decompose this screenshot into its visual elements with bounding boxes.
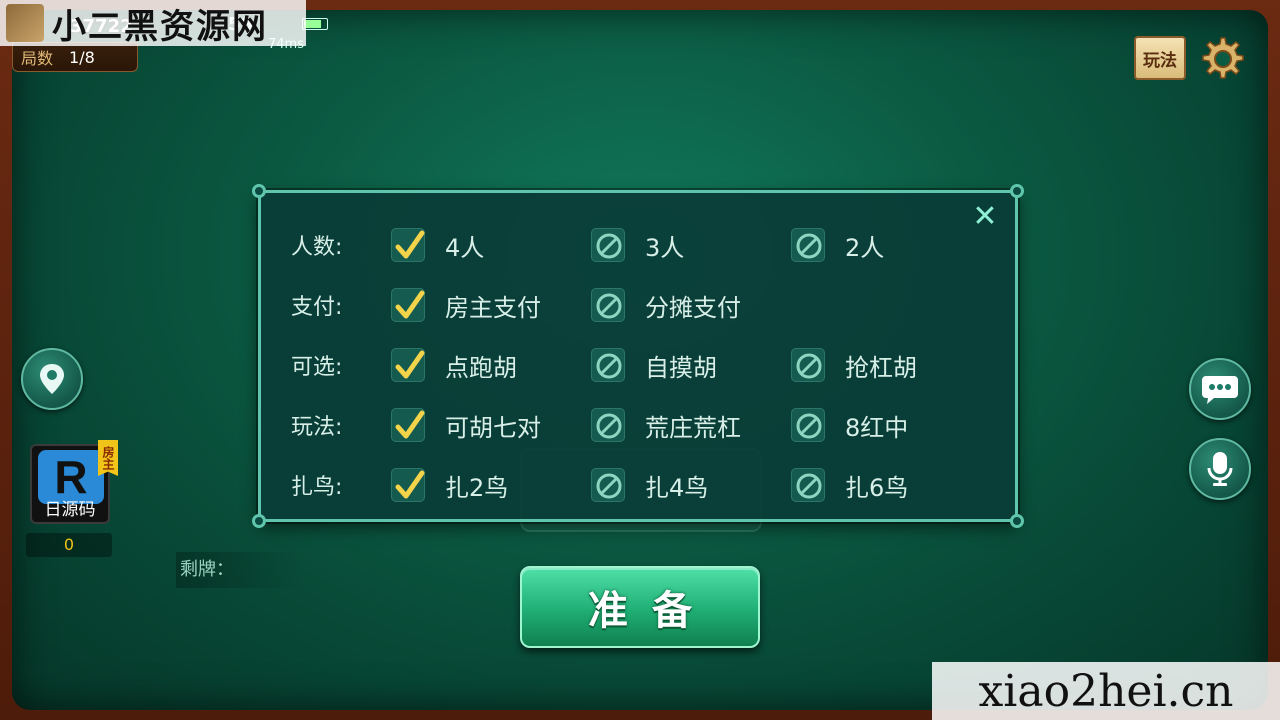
option-toggle[interactable]: 扎4鸟: [591, 465, 708, 505]
remaining-tiles-label: 剩牌：: [176, 552, 306, 588]
disabled-circle-icon[interactable]: [791, 408, 825, 442]
option-row-label: 人数:: [291, 235, 343, 260]
option-label: 2人: [845, 233, 885, 262]
panel-corner: [1010, 514, 1024, 528]
watermark-bottom: xiao2hei.cn: [932, 662, 1280, 720]
watermark-top-text: 小二黑资源网: [52, 6, 268, 47]
panel-corner: [252, 514, 266, 528]
checkmark-icon[interactable]: [391, 228, 425, 262]
option-toggle[interactable]: 可胡七对: [391, 405, 541, 445]
disabled-circle-icon[interactable]: [591, 228, 625, 262]
option-toggle[interactable]: 4人: [391, 225, 484, 265]
option-label: 3人: [645, 233, 685, 262]
ready-button[interactable]: 准备: [520, 566, 760, 648]
checkmark-icon[interactable]: [391, 288, 425, 322]
option-row-label: 玩法:: [291, 415, 343, 440]
watermark-top: 小二黑资源网: [0, 0, 306, 47]
chat-button[interactable]: [1189, 358, 1251, 420]
player-score: 0: [26, 533, 112, 557]
option-toggle[interactable]: 扎2鸟: [391, 465, 508, 505]
disabled-circle-icon[interactable]: [591, 288, 625, 322]
option-toggle[interactable]: 点跑胡: [391, 345, 517, 385]
option-label: 扎2鸟: [445, 473, 509, 502]
option-label: 自摸胡: [645, 353, 717, 382]
option-label: 扎4鸟: [645, 473, 709, 502]
option-label: 4人: [445, 233, 485, 262]
option-label: 点跑胡: [445, 353, 517, 382]
option-row-label: 支付:: [291, 295, 343, 320]
checkmark-icon[interactable]: [391, 348, 425, 382]
option-row-label: 可选:: [291, 355, 343, 380]
round-label: 局数: [21, 49, 54, 68]
option-toggle[interactable]: 分摊支付: [591, 285, 741, 325]
watermark-logo: [6, 4, 44, 42]
location-pin-icon: [40, 364, 64, 394]
battery-level: [304, 20, 321, 28]
option-toggle[interactable]: 扎6鸟: [791, 465, 908, 505]
checkmark-icon[interactable]: [391, 468, 425, 502]
option-row: 支付: 房主支付 分摊支付: [291, 285, 741, 325]
disabled-circle-icon[interactable]: [591, 408, 625, 442]
host-badge: 房主: [98, 440, 118, 476]
player-name: 日源码: [44, 500, 96, 520]
option-toggle[interactable]: 自摸胡: [591, 345, 717, 385]
chat-bubble-icon: [1202, 376, 1238, 404]
disabled-circle-icon[interactable]: [791, 228, 825, 262]
option-label: 可胡七对: [445, 413, 541, 442]
disabled-circle-icon[interactable]: [791, 348, 825, 382]
option-toggle[interactable]: 抢杠胡: [791, 345, 917, 385]
option-toggle[interactable]: 2人: [791, 225, 884, 265]
option-label: 荒庄荒杠: [645, 413, 741, 442]
location-button[interactable]: [21, 348, 83, 410]
option-label: 抢杠胡: [845, 353, 917, 382]
gear-icon[interactable]: [1196, 34, 1246, 84]
voice-button[interactable]: [1189, 438, 1251, 500]
option-label: 8红中: [845, 413, 909, 442]
option-toggle[interactable]: 8红中: [791, 405, 908, 445]
panel-corner: [1010, 184, 1024, 198]
option-row: 扎鸟: 扎2鸟 扎4鸟 扎6鸟: [291, 465, 908, 505]
option-row: 玩法: 可胡七对 荒庄荒杠 8红中: [291, 405, 908, 445]
option-label: 分摊支付: [645, 293, 741, 322]
option-toggle[interactable]: 荒庄荒杠: [591, 405, 741, 445]
disabled-circle-icon[interactable]: [791, 468, 825, 502]
option-toggle[interactable]: 房主支付: [391, 285, 541, 325]
checkmark-icon[interactable]: [391, 408, 425, 442]
microphone-icon: [1207, 452, 1233, 486]
round-value: 1/8: [69, 47, 95, 67]
option-row: 人数: 4人 3人 2人: [291, 225, 884, 265]
rules-panel: ✕ 人数: 4人 3人 2人支付: 房主支付 分摊支付可选: 点跑胡 自摸胡 抢杠胡玩法: 可胡七…: [252, 184, 1024, 528]
option-label: 房主支付: [445, 293, 541, 322]
option-toggle[interactable]: 3人: [591, 225, 684, 265]
disabled-circle-icon[interactable]: [591, 348, 625, 382]
panel-corner: [252, 184, 266, 198]
option-row: 可选: 点跑胡 自摸胡 抢杠胡: [291, 345, 917, 385]
close-icon[interactable]: ✕: [971, 202, 999, 232]
disabled-circle-icon[interactable]: [591, 468, 625, 502]
rules-button[interactable]: 玩法: [1134, 36, 1186, 80]
option-label: 扎6鸟: [845, 473, 909, 502]
option-row-label: 扎鸟:: [291, 475, 343, 500]
